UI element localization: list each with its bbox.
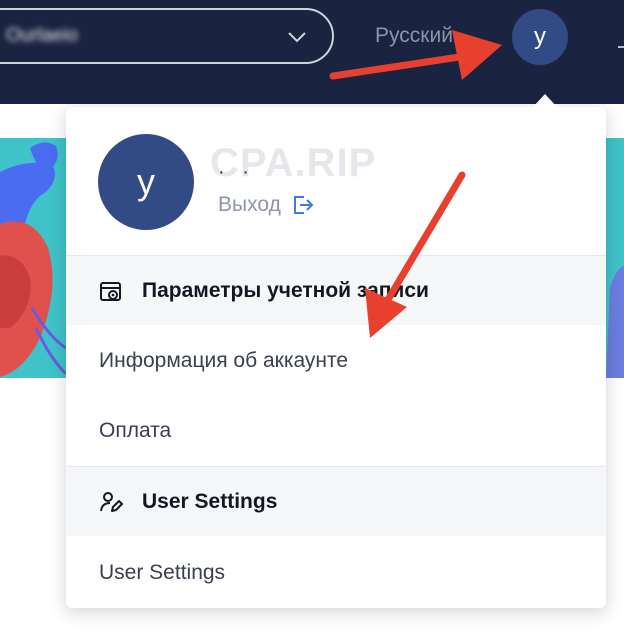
watermark: CPA.RIP — [210, 141, 377, 185]
dropdown-caret — [533, 94, 557, 107]
account-settings-icon — [100, 281, 121, 301]
user-edit-icon — [100, 491, 123, 512]
account-settings-title: Параметры учетной записи — [142, 278, 429, 302]
account-dropdown: y · · CPA.RIP Выход Параметры учетной за… — [66, 107, 606, 608]
menu-item-account-info[interactable]: Информация об аккаунте — [66, 326, 606, 396]
user-settings-header: User Settings — [66, 466, 606, 536]
menu-item-payment[interactable]: Оплата — [66, 396, 606, 466]
user-settings-title: User Settings — [142, 489, 278, 513]
profile-avatar: y — [98, 134, 194, 230]
avatar-letter: y — [534, 23, 546, 50]
banner-illustration-left — [0, 138, 66, 378]
logout-label: Выход — [218, 193, 281, 216]
workspace-select[interactable]: Ourlaeio — [0, 8, 334, 64]
top-navbar: Ourlaeio Русский y — [0, 0, 624, 104]
banner-illustration-right — [606, 138, 624, 378]
menu-item-user-settings[interactable]: User Settings — [66, 538, 606, 608]
menu-item-label: Оплата — [99, 419, 172, 442]
account-settings-header: Параметры учетной записи — [66, 255, 606, 325]
user-avatar-button[interactable]: y — [512, 9, 568, 65]
menu-item-label: Информация об аккаунте — [99, 349, 349, 372]
logout-link[interactable]: Выход — [218, 193, 315, 217]
language-switcher[interactable]: Русский — [375, 24, 453, 48]
profile-avatar-letter: y — [137, 161, 155, 202]
profile-header: y · · CPA.RIP Выход — [66, 107, 606, 255]
workspace-name: Ourlaeio — [6, 25, 78, 46]
menu-item-label: User Settings — [99, 561, 226, 584]
nav-edge-fragment — [618, 46, 624, 48]
chevron-down-icon — [288, 32, 306, 43]
logout-arrow-icon — [293, 196, 314, 214]
